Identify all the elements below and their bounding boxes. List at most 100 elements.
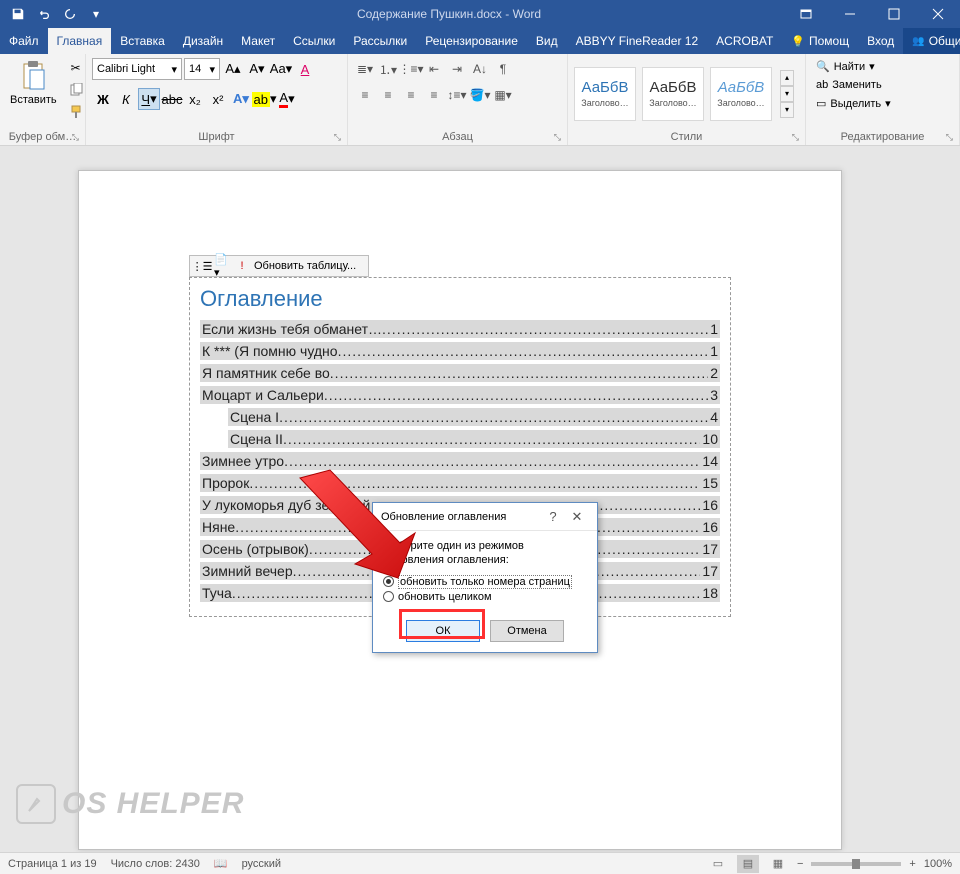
font-size-combo[interactable]: 14▾	[184, 58, 220, 80]
toc-page: 14	[700, 453, 718, 469]
minimize-icon[interactable]	[828, 0, 872, 28]
toc-text: Моцарт и Сальери	[202, 387, 324, 403]
tab-tellme[interactable]: Помощ	[782, 28, 858, 54]
close-icon[interactable]	[916, 0, 960, 28]
tab-mailings[interactable]: Рассылки	[344, 28, 416, 54]
italic-button[interactable]: К	[115, 88, 137, 110]
borders-icon[interactable]: ▦▾	[492, 84, 514, 106]
maximize-icon[interactable]	[872, 0, 916, 28]
font-color-icon[interactable]: A▾	[276, 88, 298, 110]
undo-icon[interactable]	[34, 4, 54, 24]
toc-update-label[interactable]: Обновить таблицу...	[254, 260, 356, 272]
tab-review[interactable]: Рецензирование	[416, 28, 527, 54]
align-left-icon[interactable]: ≡	[354, 84, 376, 106]
zoom-slider[interactable]	[811, 862, 901, 866]
tab-references[interactable]: Ссылки	[284, 28, 344, 54]
bold-button[interactable]: Ж	[92, 88, 114, 110]
multilevel-icon[interactable]: ⋮≡▾	[400, 58, 422, 80]
ok-button[interactable]: ОК	[406, 620, 480, 642]
ribbon-display-icon[interactable]	[784, 0, 828, 28]
toc-entry[interactable]: Моцарт и Сальери .......................…	[200, 386, 720, 404]
toc-refresh-icon[interactable]: !	[234, 258, 250, 274]
view-web-icon[interactable]: ▦	[767, 855, 789, 873]
select-button[interactable]: ▭Выделить ▾	[812, 95, 895, 112]
change-case-icon[interactable]: Aa▾	[270, 58, 292, 80]
grow-font-icon[interactable]: A▴	[222, 58, 244, 80]
toc-page: 1	[708, 321, 718, 337]
toc-entry[interactable]: Сцена II ...............................…	[228, 430, 720, 448]
cancel-button[interactable]: Отмена	[490, 620, 564, 642]
tab-acrobat[interactable]: ACROBAT	[707, 28, 782, 54]
copy-icon[interactable]	[65, 80, 87, 100]
font-name-combo[interactable]: Calibri Light▾	[92, 58, 182, 80]
status-proofing-icon[interactable]: 📖	[214, 857, 228, 870]
tab-share[interactable]: Общий доступ	[903, 28, 960, 54]
zoom-out-icon[interactable]: −	[797, 858, 803, 870]
window-title: Содержание Пушкин.docx - Word	[114, 7, 784, 21]
paste-button[interactable]: Вставить	[6, 58, 61, 108]
line-spacing-icon[interactable]: ↕≡▾	[446, 84, 468, 106]
toc-entry[interactable]: Я памятник себе во......................…	[200, 364, 720, 382]
increase-indent-icon[interactable]: ⇥	[446, 58, 468, 80]
tab-abbyy[interactable]: ABBYY FineReader 12	[567, 28, 708, 54]
cut-icon[interactable]: ✂	[65, 58, 87, 78]
shrink-font-icon[interactable]: A▾	[246, 58, 268, 80]
status-page[interactable]: Страница 1 из 19	[8, 858, 97, 870]
align-center-icon[interactable]: ≡	[377, 84, 399, 106]
format-painter-icon[interactable]	[65, 102, 87, 122]
toc-entry[interactable]: Пророк..................................…	[200, 474, 720, 492]
numbering-icon[interactable]: ⒈▾	[377, 58, 399, 80]
group-label-editing: Редактирование	[812, 129, 953, 143]
styles-scroll-down[interactable]: ▾	[780, 86, 794, 102]
tab-signin[interactable]: Вход	[858, 28, 903, 54]
subscript-button[interactable]: x₂	[184, 88, 206, 110]
tab-file[interactable]: Файл	[0, 28, 48, 54]
justify-icon[interactable]: ≡	[423, 84, 445, 106]
tab-layout[interactable]: Макет	[232, 28, 284, 54]
bullets-icon[interactable]: ≣▾	[354, 58, 376, 80]
styles-expand[interactable]: ▾	[780, 102, 794, 118]
toc-entry[interactable]: Зимнее утро ............................…	[200, 452, 720, 470]
text-effects-icon[interactable]: A▾	[230, 88, 252, 110]
styles-scroll-up[interactable]: ▴	[780, 70, 794, 86]
decrease-indent-icon[interactable]: ⇤	[423, 58, 445, 80]
align-right-icon[interactable]: ≡	[400, 84, 422, 106]
style-heading2[interactable]: АаБбВЗаголово…	[642, 67, 704, 121]
radio-update-entire[interactable]: обновить целиком	[383, 590, 587, 604]
toc-page: 15	[700, 475, 718, 491]
toc-entry[interactable]: Если жизнь тебя обманет… ...............…	[200, 320, 720, 338]
view-print-icon[interactable]: ▤	[737, 855, 759, 873]
status-language[interactable]: русский	[242, 858, 281, 870]
toc-doc-icon[interactable]: 📄▾	[214, 258, 230, 274]
clear-format-icon[interactable]: A	[294, 58, 316, 80]
save-icon[interactable]	[8, 4, 28, 24]
zoom-level[interactable]: 100%	[924, 858, 952, 870]
radio-update-page-numbers[interactable]: обновить только номера страниц	[383, 574, 587, 590]
underline-button[interactable]: Ч▾	[138, 88, 160, 110]
show-marks-icon[interactable]: ¶	[492, 58, 514, 80]
tab-insert[interactable]: Вставка	[111, 28, 174, 54]
toc-options-icon[interactable]: ⋮☰	[194, 258, 210, 274]
zoom-in-icon[interactable]: +	[909, 858, 915, 870]
strike-button[interactable]: abc	[161, 88, 183, 110]
style-heading1[interactable]: АаБбВЗаголово…	[574, 67, 636, 121]
dialog-close-icon[interactable]: ✕	[565, 509, 589, 525]
status-words[interactable]: Число слов: 2430	[111, 858, 200, 870]
toc-entry[interactable]: Сцена I ................................…	[228, 408, 720, 426]
tab-view[interactable]: Вид	[527, 28, 567, 54]
dialog-help-icon[interactable]: ?	[541, 509, 565, 524]
superscript-button[interactable]: x²	[207, 88, 229, 110]
highlight-icon[interactable]: ab▾	[253, 88, 275, 110]
tab-home[interactable]: Главная	[48, 28, 112, 54]
view-read-icon[interactable]: ▭	[707, 855, 729, 873]
replace-button[interactable]: abЗаменить	[812, 77, 895, 93]
toc-entry[interactable]: К *** (Я помню чудно....................…	[200, 342, 720, 360]
sort-icon[interactable]: A↓	[469, 58, 491, 80]
qat-dropdown-icon[interactable]: ▾	[86, 4, 106, 24]
radio-icon	[383, 576, 394, 587]
find-button[interactable]: 🔍Найти ▾	[812, 58, 895, 75]
redo-icon[interactable]	[60, 4, 80, 24]
tab-design[interactable]: Дизайн	[174, 28, 232, 54]
style-heading3[interactable]: АаБбВЗаголово…	[710, 67, 772, 121]
shading-icon[interactable]: 🪣▾	[469, 84, 491, 106]
